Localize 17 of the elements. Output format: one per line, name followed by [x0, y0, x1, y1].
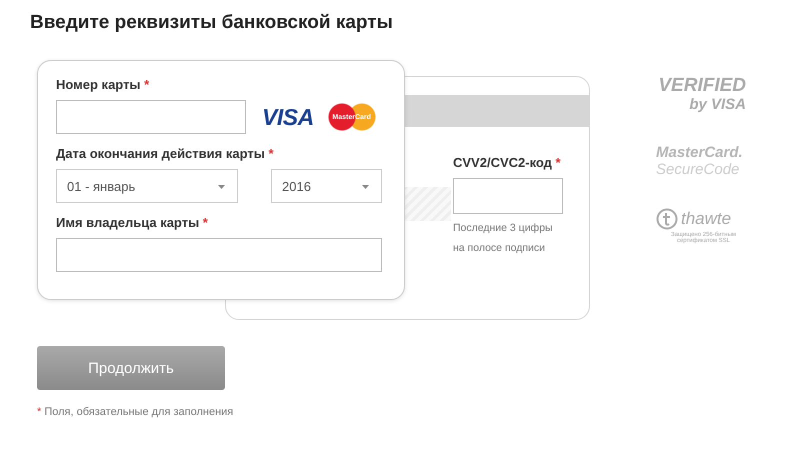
field-label: CVV2/CVC2-код *: [453, 155, 562, 170]
field-label: Дата окончания действия карты *: [56, 146, 274, 161]
visa-logo: VISA: [262, 104, 314, 130]
cvv-input[interactable]: [453, 178, 563, 214]
field-label: Номер карты *: [56, 77, 150, 92]
thawte-logo: thawte: [656, 208, 766, 230]
field-label: Имя владельца карты *: [56, 215, 209, 230]
verified-by-visa-logo: VERIFIED by VISA: [657, 76, 746, 114]
input-field[interactable]: [56, 238, 382, 272]
caret-icon: [218, 185, 225, 189]
caret-icon: [362, 185, 369, 189]
cvv-hint: Последние 3 цифры на полосе подписи: [453, 221, 554, 256]
required-note: * Поля, обязательные для заполнения: [37, 406, 234, 418]
select-field[interactable]: 01 - январь: [56, 169, 238, 203]
page-title: Введите реквизиты банковской карты: [30, 12, 394, 34]
select-field[interactable]: 2016: [271, 169, 382, 203]
input-field[interactable]: [56, 100, 246, 134]
